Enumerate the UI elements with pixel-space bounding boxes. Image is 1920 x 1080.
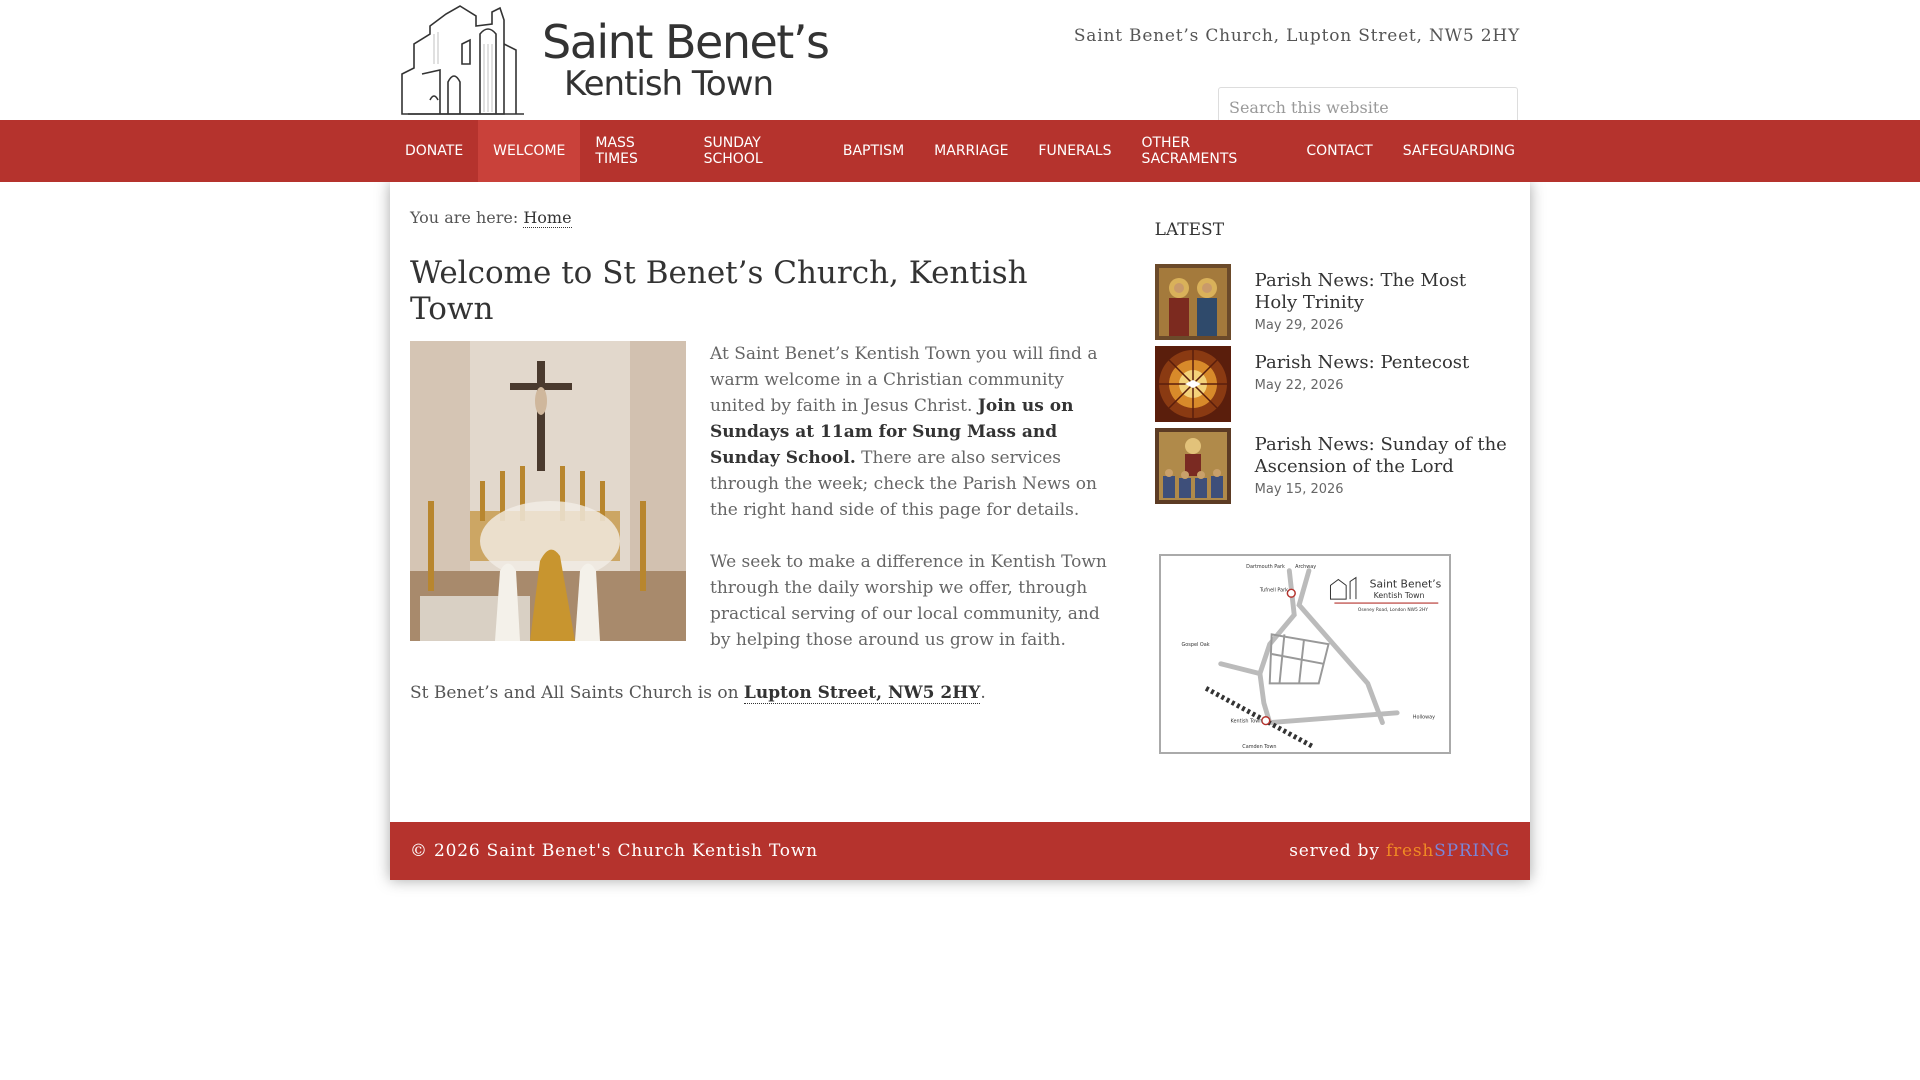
church-logo-icon: [401, 5, 524, 115]
map-label: Tufnell Park: [1259, 587, 1288, 593]
breadcrumb: You are here: Home: [410, 208, 1121, 228]
post-title[interactable]: Parish News: Pentecost: [1255, 352, 1470, 374]
freshspring-link-fresh[interactable]: fresh: [1386, 841, 1434, 861]
location-prefix: St Benet’s and All Saints Church is on: [410, 683, 739, 703]
served-by: served by freshSPRING: [1289, 841, 1510, 861]
primary-nav: DONATE WELCOME MASS TIMES SUNDAY SCHOOL …: [0, 120, 1920, 182]
page-title: Welcome to St Benet’s Church, Kentish To…: [410, 255, 1028, 327]
post-date: May 22, 2026: [1254, 378, 1344, 393]
map-label: Saint Benet’s: [1369, 577, 1441, 590]
map-label: Kentish Town: [1230, 719, 1262, 725]
map-label: Gospel Oak: [1181, 642, 1209, 648]
location-map[interactable]: Dartmouth Park Archway Tufnell Park Gosp…: [1158, 554, 1451, 754]
post-title[interactable]: Parish News: The Most Holy Trinity: [1255, 270, 1510, 314]
nav-item-baptism[interactable]: BAPTISM: [828, 120, 919, 182]
map-label: Kentish Town: [1373, 591, 1424, 600]
nav-item-welcome[interactable]: WELCOME: [478, 120, 581, 182]
nav-item-mass-times[interactable]: MASS TIMES: [580, 120, 688, 182]
location-link[interactable]: Lupton Street, NW5 2HY: [743, 683, 981, 704]
breadcrumb-prefix: You are here:: [410, 208, 519, 227]
post-thumbnail-ascension[interactable]: [1154, 428, 1231, 504]
sidebar: LATEST Parish News: The Most Holy Trinit…: [1154, 198, 1510, 822]
nav-item-sunday-school[interactable]: SUNDAY SCHOOL: [689, 120, 828, 182]
church-address: Saint Benet’s Church, Lupton Street, NW5…: [1073, 26, 1520, 46]
nav-item-other-sacraments[interactable]: OTHER SACRAMENTS: [1126, 120, 1291, 182]
nav-item-donate[interactable]: DONATE: [390, 120, 478, 182]
site-footer: © 2026 Saint Benet's Church Kentish Town…: [390, 822, 1530, 880]
latest-post[interactable]: Parish News: Sunday of the Ascension of …: [1154, 428, 1510, 504]
served-by-label: served by: [1289, 841, 1380, 861]
altar-photo: [410, 341, 686, 641]
nav-item-safeguarding[interactable]: SAFEGUARDING: [1388, 120, 1530, 182]
latest-post[interactable]: Parish News: The Most Holy Trinity May 2…: [1154, 264, 1510, 340]
mission-paragraph: We seek to make a difference in Kentish …: [710, 552, 1107, 650]
nav-item-funerals[interactable]: FUNERALS: [1023, 120, 1126, 182]
post-date: May 29, 2026: [1254, 318, 1344, 333]
map-label: Camden Town: [1242, 744, 1276, 750]
nav-item-marriage[interactable]: MARRIAGE: [919, 120, 1023, 182]
site-header: Saint Benet’s Kentish Town Saint Benet’s…: [0, 0, 1920, 131]
site-logo[interactable]: Saint Benet’s Kentish Town: [400, 4, 830, 116]
map-label: Archway: [1295, 564, 1316, 570]
location-suffix: .: [980, 683, 986, 703]
post-title[interactable]: Parish News: Sunday of the Ascension of …: [1255, 434, 1510, 478]
map-label: Holloway: [1412, 715, 1434, 721]
freshspring-link-spring[interactable]: SPRING: [1434, 841, 1510, 861]
map-label: Oseney Road, London NW5 2HY: [1358, 607, 1428, 613]
intro-paragraph: At Saint Benet’s Kentish Town you will f…: [710, 341, 1121, 523]
logo-subtitle: Kentish Town: [564, 64, 774, 104]
copyright: © 2026 Saint Benet's Church Kentish Town: [410, 841, 818, 861]
content-card: You are here: Home Welcome to St Benet’s…: [390, 182, 1530, 880]
map-label: Dartmouth Park: [1246, 564, 1285, 570]
breadcrumb-home-link[interactable]: Home: [523, 208, 572, 228]
location-line: St Benet’s and All Saints Church is on L…: [410, 683, 1121, 704]
sidebar-heading: LATEST: [1154, 220, 1225, 240]
post-thumbnail-trinity[interactable]: [1154, 264, 1231, 340]
main-content: You are here: Home Welcome to St Benet’s…: [410, 198, 1121, 822]
post-date: May 15, 2026: [1254, 482, 1344, 497]
latest-post[interactable]: Parish News: Pentecost May 22, 2026: [1154, 346, 1510, 422]
post-thumbnail-pentecost[interactable]: [1154, 346, 1231, 422]
logo-title: Saint Benet’s: [542, 15, 830, 69]
nav-item-contact[interactable]: CONTACT: [1291, 120, 1387, 182]
